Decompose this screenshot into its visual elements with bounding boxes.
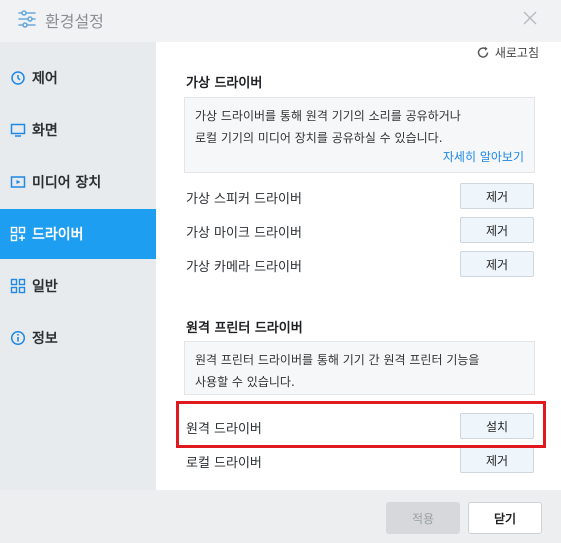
description-text: 원격 프린터 드라이버를 통해 기기 간 원격 프린터 기능을 <box>195 353 480 367</box>
grid-icon <box>10 278 26 294</box>
remove-speaker-driver-button[interactable]: 제거 <box>460 183 534 209</box>
close-icon[interactable] <box>520 8 540 28</box>
learn-more-link[interactable]: 자세히 알아보기 <box>443 146 524 168</box>
sidebar-item-control[interactable]: 제어 <box>0 53 156 103</box>
remove-camera-driver-button[interactable]: 제거 <box>460 251 534 277</box>
sidebar-item-media-device[interactable]: 미디어 장치 <box>0 157 156 207</box>
sidebar-item-label: 화면 <box>32 123 58 139</box>
driver-icon <box>10 226 26 242</box>
footer-bar: 적용 닫기 <box>0 490 561 543</box>
remove-mic-driver-button[interactable]: 제거 <box>460 217 534 243</box>
sidebar-item-label: 미디어 장치 <box>32 175 102 191</box>
virtual-speaker-driver-label: 가상 스피커 드라이버 <box>186 192 302 207</box>
description-text: 사용할 수 있습니다. <box>195 375 295 389</box>
monitor-icon <box>10 123 26 137</box>
sidebar-item-label: 드라이버 <box>32 227 84 243</box>
sidebar-item-display[interactable]: 화면 <box>0 105 156 155</box>
description-text: 가상 드라이버를 통해 원격 기기의 소리를 공유하거나 <box>195 109 461 123</box>
install-remote-driver-button[interactable]: 설치 <box>460 413 534 439</box>
apply-button[interactable]: 적용 <box>386 502 460 534</box>
main-panel: 새로고침 가상 드라이버 가상 드라이버를 통해 원격 기기의 소리를 공유하거… <box>156 42 561 490</box>
sidebar-item-label: 제어 <box>32 71 58 87</box>
sidebar-item-general[interactable]: 일반 <box>0 261 156 311</box>
printer-driver-description-box: 원격 프린터 드라이버를 통해 기기 간 원격 프린터 기능을 사용할 수 있습… <box>184 341 535 395</box>
virtual-driver-description-box: 가상 드라이버를 통해 원격 기기의 소리를 공유하거나 로컬 기기의 미디어 … <box>184 97 535 173</box>
remote-driver-label: 원격 드라이버 <box>186 422 262 437</box>
media-device-icon <box>10 176 26 188</box>
section-title-printer-driver: 원격 프린터 드라이버 <box>186 321 303 336</box>
info-icon <box>10 330 26 346</box>
refresh-label: 새로고침 <box>494 46 539 60</box>
clock-icon <box>11 71 25 85</box>
section-title-virtual-driver: 가상 드라이버 <box>186 76 263 91</box>
close-button[interactable]: 닫기 <box>468 502 542 534</box>
virtual-mic-driver-label: 가상 마이크 드라이버 <box>186 226 302 241</box>
sliders-icon <box>18 10 36 28</box>
sidebar-item-label: 일반 <box>32 279 58 295</box>
sidebar-item-label: 정보 <box>32 331 58 347</box>
window-title: 환경설정 <box>45 12 104 31</box>
refresh-icon <box>477 46 489 58</box>
sidebar: 제어 화면 미디어 장치 드라이버 일반 정보 <box>0 42 156 490</box>
refresh-button[interactable]: 새로고침 <box>476 44 539 61</box>
remove-local-driver-button[interactable]: 제거 <box>460 447 534 473</box>
title-bar: 환경설정 <box>0 0 561 42</box>
local-driver-label: 로컬 드라이버 <box>186 456 262 471</box>
sidebar-item-info[interactable]: 정보 <box>0 313 156 363</box>
sidebar-item-driver[interactable]: 드라이버 <box>0 209 156 259</box>
virtual-camera-driver-label: 가상 카메라 드라이버 <box>186 260 302 275</box>
